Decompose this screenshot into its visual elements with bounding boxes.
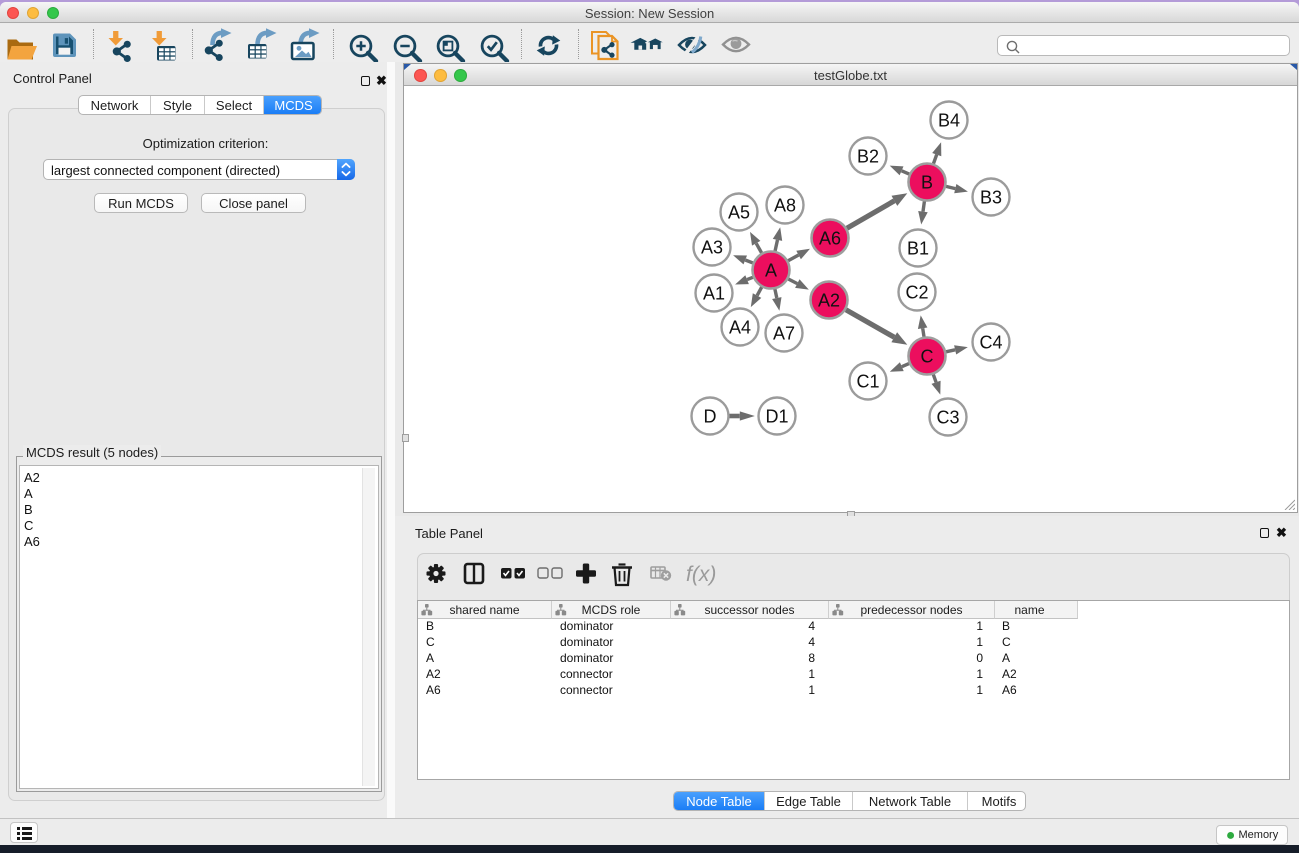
svg-text:C1: C1 xyxy=(856,372,879,392)
svg-text:C3: C3 xyxy=(936,408,959,428)
svg-text:D1: D1 xyxy=(765,407,788,427)
svg-text:A: A xyxy=(765,261,777,281)
svg-text:B1: B1 xyxy=(907,239,929,259)
svg-text:B: B xyxy=(921,173,933,193)
svg-text:A8: A8 xyxy=(774,196,796,216)
svg-text:C: C xyxy=(921,347,934,367)
svg-text:A6: A6 xyxy=(819,229,841,249)
svg-text:f(x): f(x) xyxy=(686,563,716,586)
svg-text:B2: B2 xyxy=(857,147,879,167)
svg-text:A2: A2 xyxy=(818,291,840,311)
svg-text:C4: C4 xyxy=(979,333,1002,353)
svg-text:D: D xyxy=(704,407,717,427)
svg-text:A1: A1 xyxy=(703,284,725,304)
svg-text:A4: A4 xyxy=(729,318,751,338)
svg-text:A3: A3 xyxy=(701,238,723,258)
svg-text:A5: A5 xyxy=(728,203,750,223)
svg-text:C2: C2 xyxy=(905,283,928,303)
svg-text:B4: B4 xyxy=(938,111,960,131)
svg-text:A7: A7 xyxy=(773,324,795,344)
svg-text:B3: B3 xyxy=(980,188,1002,208)
